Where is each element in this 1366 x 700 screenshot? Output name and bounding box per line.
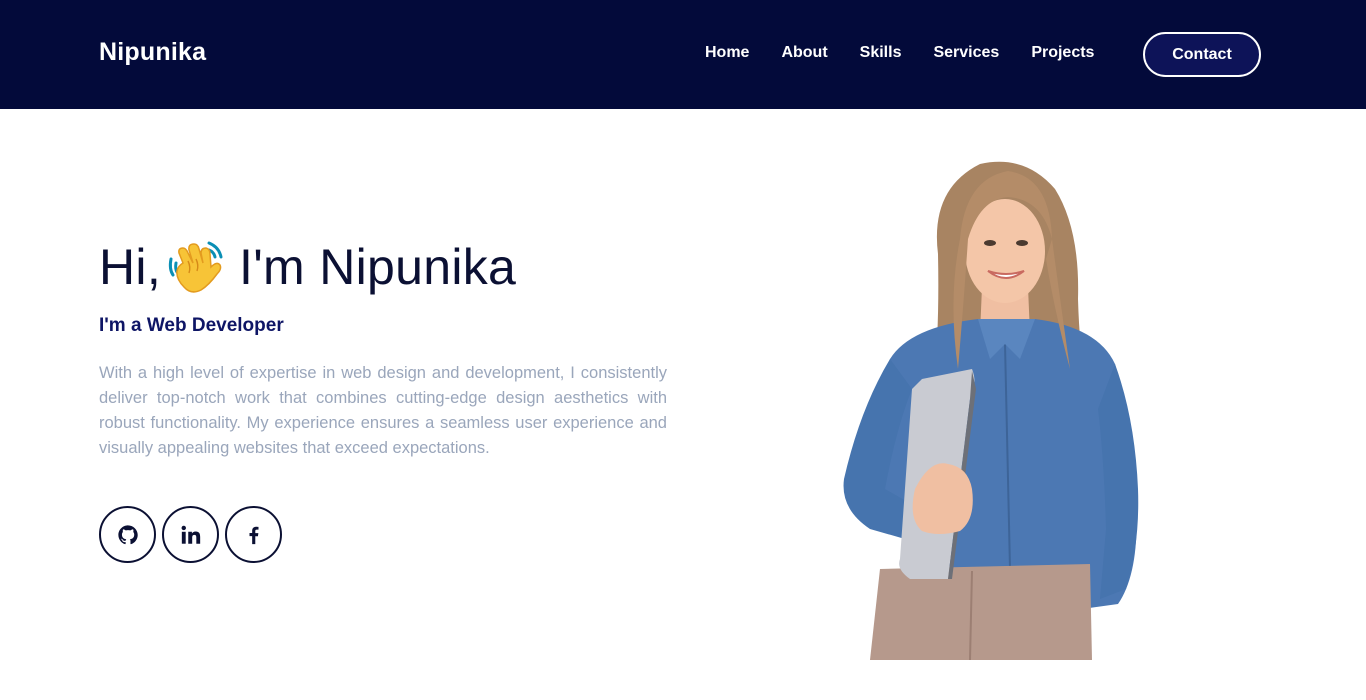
hero-bio: With a high level of expertise in web de… xyxy=(99,364,667,457)
linkedin-icon xyxy=(181,525,200,544)
hero-section: Hi, I'm Nipunika I'm a Web Developer Wit… xyxy=(0,109,1366,700)
github-link[interactable] xyxy=(99,506,156,563)
linkedin-link[interactable] xyxy=(162,506,219,563)
nav-item-home[interactable]: Home xyxy=(705,44,749,62)
social-links xyxy=(99,506,288,563)
waving-hand-icon xyxy=(165,237,225,297)
brand-logo[interactable]: Nipunika xyxy=(99,38,206,67)
nav-item-about[interactable]: About xyxy=(781,44,827,62)
greeting-name: I'm Nipunika xyxy=(239,239,517,295)
github-icon xyxy=(117,524,138,544)
hero-heading: Hi, I'm Nipunika xyxy=(99,237,516,297)
nav-item-skills[interactable]: Skills xyxy=(860,44,902,62)
facebook-link[interactable] xyxy=(225,506,282,563)
greeting-prefix: Hi, xyxy=(99,239,162,295)
nav-item-services[interactable]: Services xyxy=(933,44,999,62)
contact-button[interactable]: Contact xyxy=(1143,32,1261,77)
profile-photo xyxy=(830,159,1150,661)
facebook-icon xyxy=(249,526,258,544)
navbar: Nipunika Home About Skills Services Proj… xyxy=(0,0,1366,109)
nav-item-projects[interactable]: Projects xyxy=(1031,44,1094,62)
main-nav: Home About Skills Services Projects xyxy=(705,44,1126,62)
hero-subtitle: I'm a Web Developer xyxy=(99,315,284,336)
